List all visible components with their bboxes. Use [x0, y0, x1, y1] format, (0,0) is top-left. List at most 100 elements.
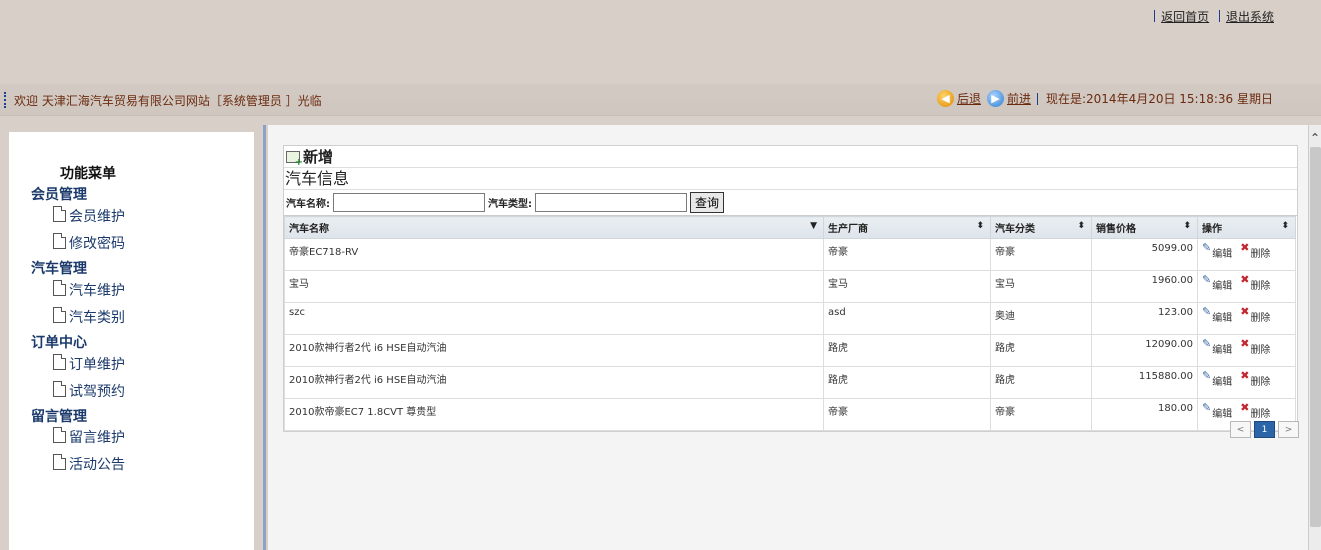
menu-group-message[interactable]: 留言管理	[31, 406, 87, 426]
menu-item-test-drive[interactable]: 试驾预约	[53, 381, 125, 401]
column-label: 汽车名称	[289, 224, 329, 235]
column-label: 操作	[1202, 224, 1222, 235]
table-row: 2010款神行者2代 i6 HSE自动汽油 路虎 路虎 115880.00 ✎ 编辑 ✖ 删除	[284, 366, 1296, 399]
column-header-actions[interactable]: 操作 ⬍	[1197, 216, 1296, 239]
menu-item-message-maintenance[interactable]: 留言维护	[53, 427, 125, 447]
back-button[interactable]: ◀ 后退	[936, 90, 981, 107]
page-1-button[interactable]: 1	[1254, 421, 1275, 438]
search-button[interactable]: 查询	[690, 192, 725, 213]
menu-item-label: 活动公告	[69, 457, 125, 473]
car-type-input[interactable]	[535, 193, 687, 212]
table-row: 帝豪EC718-RV 帝豪 帝豪 5099.00 ✎ 编辑 ✖ 删除	[284, 238, 1296, 271]
cell-car-name: 帝豪EC718-RV	[284, 238, 824, 271]
prev-page-button[interactable]: <	[1230, 421, 1251, 438]
menu-item-order-maintenance[interactable]: 订单维护	[53, 354, 125, 374]
delete-button[interactable]: ✖ 删除	[1240, 273, 1271, 292]
delete-button[interactable]: ✖ 删除	[1240, 241, 1270, 260]
edit-button[interactable]: ✎ 编辑	[1202, 401, 1232, 420]
edit-button[interactable]: ✎ 编辑	[1202, 273, 1232, 292]
document-icon	[53, 427, 66, 443]
cell-manufacturer: 宝马	[823, 270, 991, 303]
menu-item-announcement[interactable]: 活动公告	[53, 454, 125, 474]
cell-price: 5099.00	[1091, 238, 1198, 271]
delete-x-icon: ✖	[1240, 241, 1250, 254]
column-header-price[interactable]: 销售价格 ⬍	[1091, 216, 1198, 239]
separator	[1036, 92, 1038, 105]
menu-group-order[interactable]: 订单中心	[31, 332, 87, 352]
pencil-icon: ✎	[1202, 401, 1212, 414]
delete-button[interactable]: ✖ 删除	[1240, 337, 1271, 356]
nav-controls: ◀ 后退 ▶ 前进 现在是:2014年4月20日 15:18:36 星期日	[936, 90, 1273, 107]
document-icon	[53, 307, 66, 323]
next-page-button[interactable]: >	[1278, 421, 1299, 438]
document-icon	[53, 454, 66, 470]
forward-arrow-icon: ▶	[986, 90, 1004, 107]
edit-button[interactable]: ✎ 编辑	[1202, 241, 1233, 260]
edit-button[interactable]: ✎ 编辑	[1202, 305, 1233, 324]
menu-group-car[interactable]: 汽车管理	[31, 258, 87, 278]
car-info-panel: 新增 汽车信息 汽车名称: 汽车类型: 查询 汽车名称 ▼ 生产厂商 ⬍ 汽车分类 ⬍…	[283, 145, 1298, 432]
edit-label: 编辑	[1212, 249, 1233, 260]
edit-label: 编辑	[1212, 313, 1233, 324]
pencil-icon: ✎	[1202, 305, 1212, 318]
menu-item-car-maintenance[interactable]: 汽车维护	[53, 280, 125, 300]
table-row: 2010款帝豪EC7 1.8CVT 尊贵型 帝豪 帝豪 180.00 ✎ 编辑 ✖ 删除	[284, 398, 1296, 431]
table-header-row: 汽车名称 ▼ 生产厂商 ⬍ 汽车分类 ⬍ 销售价格 ⬍ 操作 ⬍	[284, 216, 1296, 239]
delete-button[interactable]: ✖ 删除	[1240, 401, 1271, 420]
delete-button[interactable]: ✖ 删除	[1240, 305, 1270, 324]
table-row: 宝马 宝马 宝马 1960.00 ✎ 编辑 ✖ 删除	[284, 270, 1296, 303]
car-type-label: 汽车类型:	[488, 199, 532, 210]
add-label: 新增	[303, 148, 334, 166]
menu-item-label: 汽车维护	[69, 283, 125, 299]
cell-category: 奥迪	[990, 302, 1092, 335]
car-name-input[interactable]	[333, 193, 485, 212]
add-icon	[286, 150, 303, 168]
welcome-bar: 欢迎 天津汇海汽车贸易有限公司网站［系统管理员 ］光临 ◀ 后退 ▶ 前进 现在…	[0, 84, 1321, 116]
delete-label: 删除	[1250, 377, 1271, 388]
cell-category: 帝豪	[990, 398, 1092, 431]
cell-category: 路虎	[990, 334, 1092, 367]
edit-button[interactable]: ✎ 编辑	[1202, 369, 1232, 388]
add-button[interactable]: 新增	[284, 146, 1297, 168]
menu-group-member[interactable]: 会员管理	[31, 184, 87, 204]
frame-divider[interactable]	[263, 125, 266, 550]
delete-label: 删除	[1250, 409, 1271, 420]
cell-actions: ✎ 编辑 ✖ 删除	[1197, 302, 1296, 335]
menu-item-car-category[interactable]: 汽车类别	[53, 307, 125, 327]
forward-button[interactable]: ▶ 前进	[986, 90, 1031, 107]
car-table: 汽车名称 ▼ 生产厂商 ⬍ 汽车分类 ⬍ 销售价格 ⬍ 操作 ⬍ 帝豪EC718-RV 帝豪…	[284, 216, 1296, 431]
menu-item-change-password[interactable]: 修改密码	[53, 233, 125, 253]
table-row: 2010款神行者2代 i6 HSE自动汽油 路虎 路虎 12090.00 ✎ 编辑 ✖ 删除	[284, 334, 1296, 367]
cell-category: 帝豪	[990, 238, 1092, 271]
document-icon	[53, 280, 66, 296]
search-bar: 汽车名称: 汽车类型: 查询	[284, 190, 1297, 216]
sort-icon: ⬍	[1077, 221, 1085, 231]
edit-button[interactable]: ✎ 编辑	[1202, 337, 1233, 356]
delete-label: 删除	[1250, 345, 1271, 356]
scroll-up-icon[interactable]: ⌃	[1310, 131, 1320, 145]
pencil-icon: ✎	[1202, 273, 1212, 286]
pencil-icon: ✎	[1202, 241, 1212, 254]
column-header-manufacturer[interactable]: 生产厂商 ⬍	[823, 216, 991, 239]
column-header-category[interactable]: 汽车分类 ⬍	[990, 216, 1092, 239]
cell-car-name: szc	[284, 302, 824, 335]
menu-item-member-maintenance[interactable]: 会员维护	[53, 206, 125, 226]
dotted-marker	[4, 92, 8, 108]
forward-label: 前进	[1006, 92, 1031, 106]
delete-button[interactable]: ✖ 删除	[1240, 369, 1271, 388]
edit-label: 编辑	[1212, 345, 1233, 356]
back-arrow-icon: ◀	[936, 90, 954, 107]
scrollbar-thumb[interactable]	[1310, 147, 1321, 527]
sort-icon: ⬍	[1183, 221, 1191, 231]
home-link[interactable]: 返回首页	[1161, 10, 1209, 24]
menu-item-label: 会员维护	[69, 209, 125, 225]
logout-link[interactable]: 退出系统	[1226, 10, 1274, 24]
delete-label: 删除	[1250, 281, 1271, 292]
delete-x-icon: ✖	[1240, 369, 1250, 382]
vertical-scrollbar[interactable]: ⌃	[1308, 125, 1321, 550]
current-datetime: 现在是:2014年4月20日 15:18:36 星期日	[1045, 92, 1273, 106]
pencil-icon: ✎	[1202, 337, 1212, 350]
cell-price: 123.00	[1091, 302, 1198, 335]
cell-car-name: 2010款帝豪EC7 1.8CVT 尊贵型	[284, 398, 824, 431]
column-header-name[interactable]: 汽车名称 ▼	[284, 216, 824, 239]
